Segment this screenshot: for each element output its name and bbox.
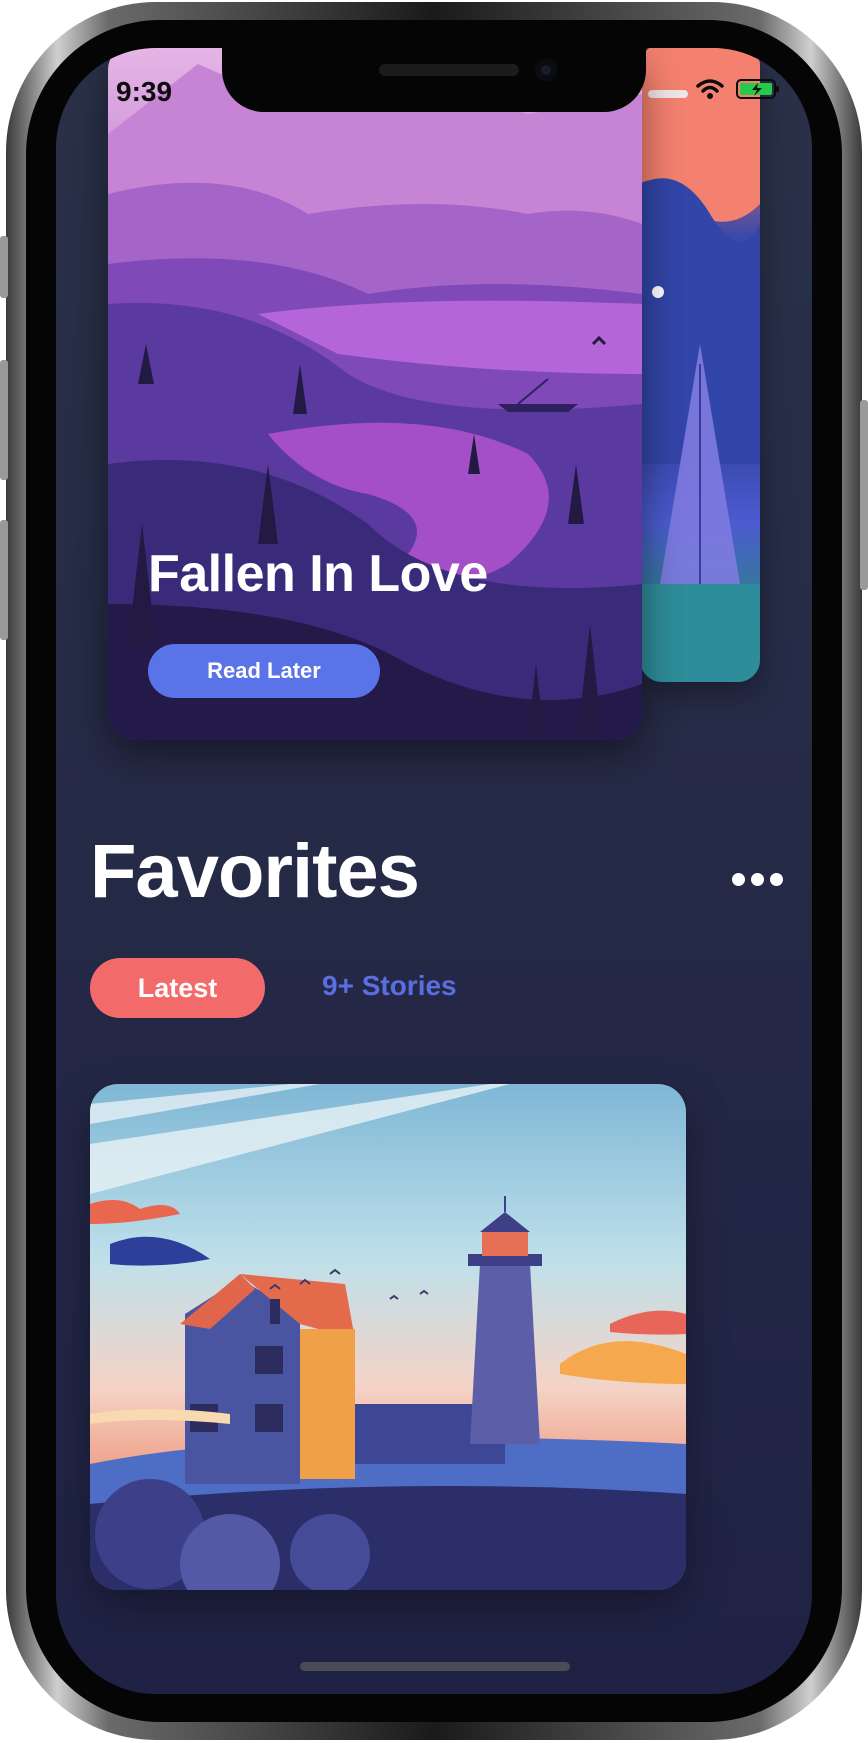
more-options-button[interactable] — [732, 868, 786, 890]
side-button — [0, 236, 8, 298]
status-indicators — [696, 78, 780, 100]
speaker-grille — [379, 64, 519, 76]
wifi-icon — [696, 79, 724, 99]
forest-illustration — [640, 48, 760, 682]
story-card-next[interactable] — [640, 48, 760, 682]
tab-latest[interactable]: Latest — [90, 958, 265, 1018]
dot-icon — [751, 872, 764, 886]
volume-up-button — [0, 360, 8, 480]
dot-icon — [770, 872, 783, 886]
power-button — [860, 400, 868, 590]
read-later-button[interactable]: Read Later — [148, 644, 380, 698]
device-notch — [222, 48, 646, 112]
volume-down-button — [0, 520, 8, 640]
featured-story-card[interactable]: Fallen In Love Read Later — [108, 48, 642, 740]
app-screen: Fallen In Love Read Later 9:39 Favorites… — [56, 48, 812, 1694]
status-time: 9:39 — [116, 76, 173, 107]
mountain-lake-illustration — [108, 48, 642, 740]
dot-icon — [732, 872, 745, 886]
lighthouse-illustration — [90, 1084, 686, 1590]
battery-charging-icon — [736, 79, 779, 99]
camera-icon — [535, 59, 557, 81]
featured-story-title: Fallen In Love — [148, 545, 488, 603]
favorite-story-card[interactable] — [90, 1084, 686, 1590]
favorites-heading: Favorites — [90, 829, 420, 914]
home-indicator[interactable] — [300, 1662, 570, 1671]
tab-stories[interactable]: 9+ Stories — [322, 970, 457, 1002]
